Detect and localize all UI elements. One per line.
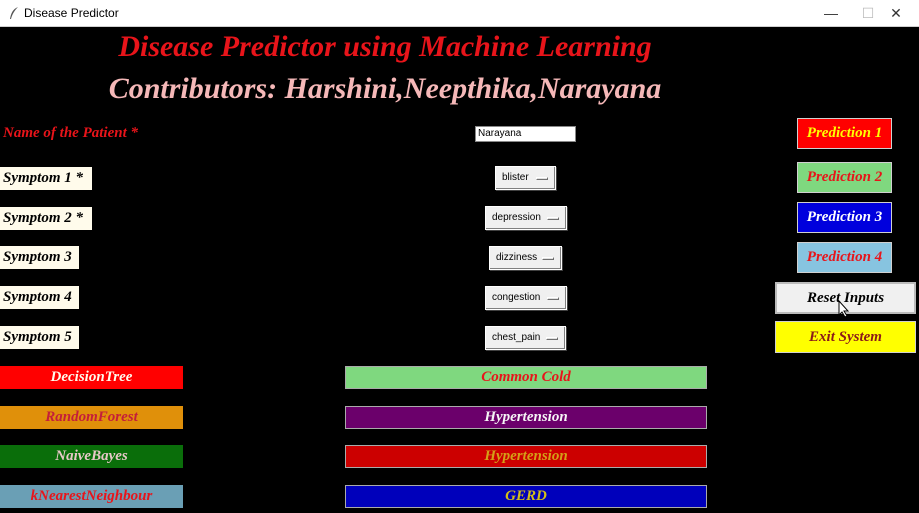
result-decisiontree: Common Cold <box>345 366 707 389</box>
app-heading: Disease Predictor using Machine Learning <box>118 30 652 63</box>
symptom-1-dropdown[interactable]: blister <box>495 166 556 190</box>
window-titlebar: Disease Predictor — ☐ ✕ <box>0 0 919 27</box>
contributors-heading: Contributors: Harshini,Neepthika,Narayan… <box>108 72 662 105</box>
patient-name-label: Name of the Patient * <box>3 125 138 141</box>
prediction-1-button[interactable]: Prediction 1 <box>797 118 892 149</box>
symptom-3-value: dizziness <box>496 252 538 263</box>
feather-icon <box>10 7 18 19</box>
dropdown-indicator-icon <box>546 337 558 340</box>
result-naivebayes: Hypertension <box>345 445 707 468</box>
symptom-2-value: depression <box>492 212 541 223</box>
symptom-4-label: Symptom 4 <box>0 286 79 309</box>
symptom-3-label: Symptom 3 <box>0 246 79 269</box>
symptom-2-label: Symptom 2 * <box>0 207 92 230</box>
exit-system-button[interactable]: Exit System <box>775 321 916 353</box>
algorithm-label-decisiontree: DecisionTree <box>0 366 183 389</box>
dropdown-indicator-icon <box>547 297 559 300</box>
algorithm-label-naivebayes: NaiveBayes <box>0 445 183 468</box>
algorithm-label-knearestneighbour: kNearestNeighbour <box>0 485 183 508</box>
result-knearestneighbour: GERD <box>345 485 707 508</box>
prediction-3-button[interactable]: Prediction 3 <box>797 202 892 233</box>
symptom-2-dropdown[interactable]: depression <box>485 206 567 230</box>
prediction-2-button[interactable]: Prediction 2 <box>797 162 892 193</box>
window-title: Disease Predictor <box>24 6 119 20</box>
dropdown-indicator-icon <box>547 217 559 220</box>
symptom-5-dropdown[interactable]: chest_pain <box>485 326 566 350</box>
symptom-3-dropdown[interactable]: dizziness <box>489 246 562 270</box>
mouse-pointer-icon <box>838 300 850 318</box>
symptom-4-dropdown[interactable]: congestion <box>485 286 567 310</box>
symptom-4-value: congestion <box>492 292 541 303</box>
symptom-5-value: chest_pain <box>492 332 541 343</box>
dropdown-indicator-icon <box>542 257 554 260</box>
symptom-1-value: blister <box>502 172 529 183</box>
prediction-4-button[interactable]: Prediction 4 <box>797 242 892 273</box>
close-button[interactable]: ✕ <box>873 0 919 26</box>
result-randomforest: Hypertension <box>345 406 707 429</box>
algorithm-label-randomforest: RandomForest <box>0 406 183 429</box>
symptom-1-label: Symptom 1 * <box>0 167 92 190</box>
symptom-5-label: Symptom 5 <box>0 326 79 349</box>
patient-name-input[interactable]: Narayana <box>475 126 576 142</box>
dropdown-indicator-icon <box>536 177 548 180</box>
